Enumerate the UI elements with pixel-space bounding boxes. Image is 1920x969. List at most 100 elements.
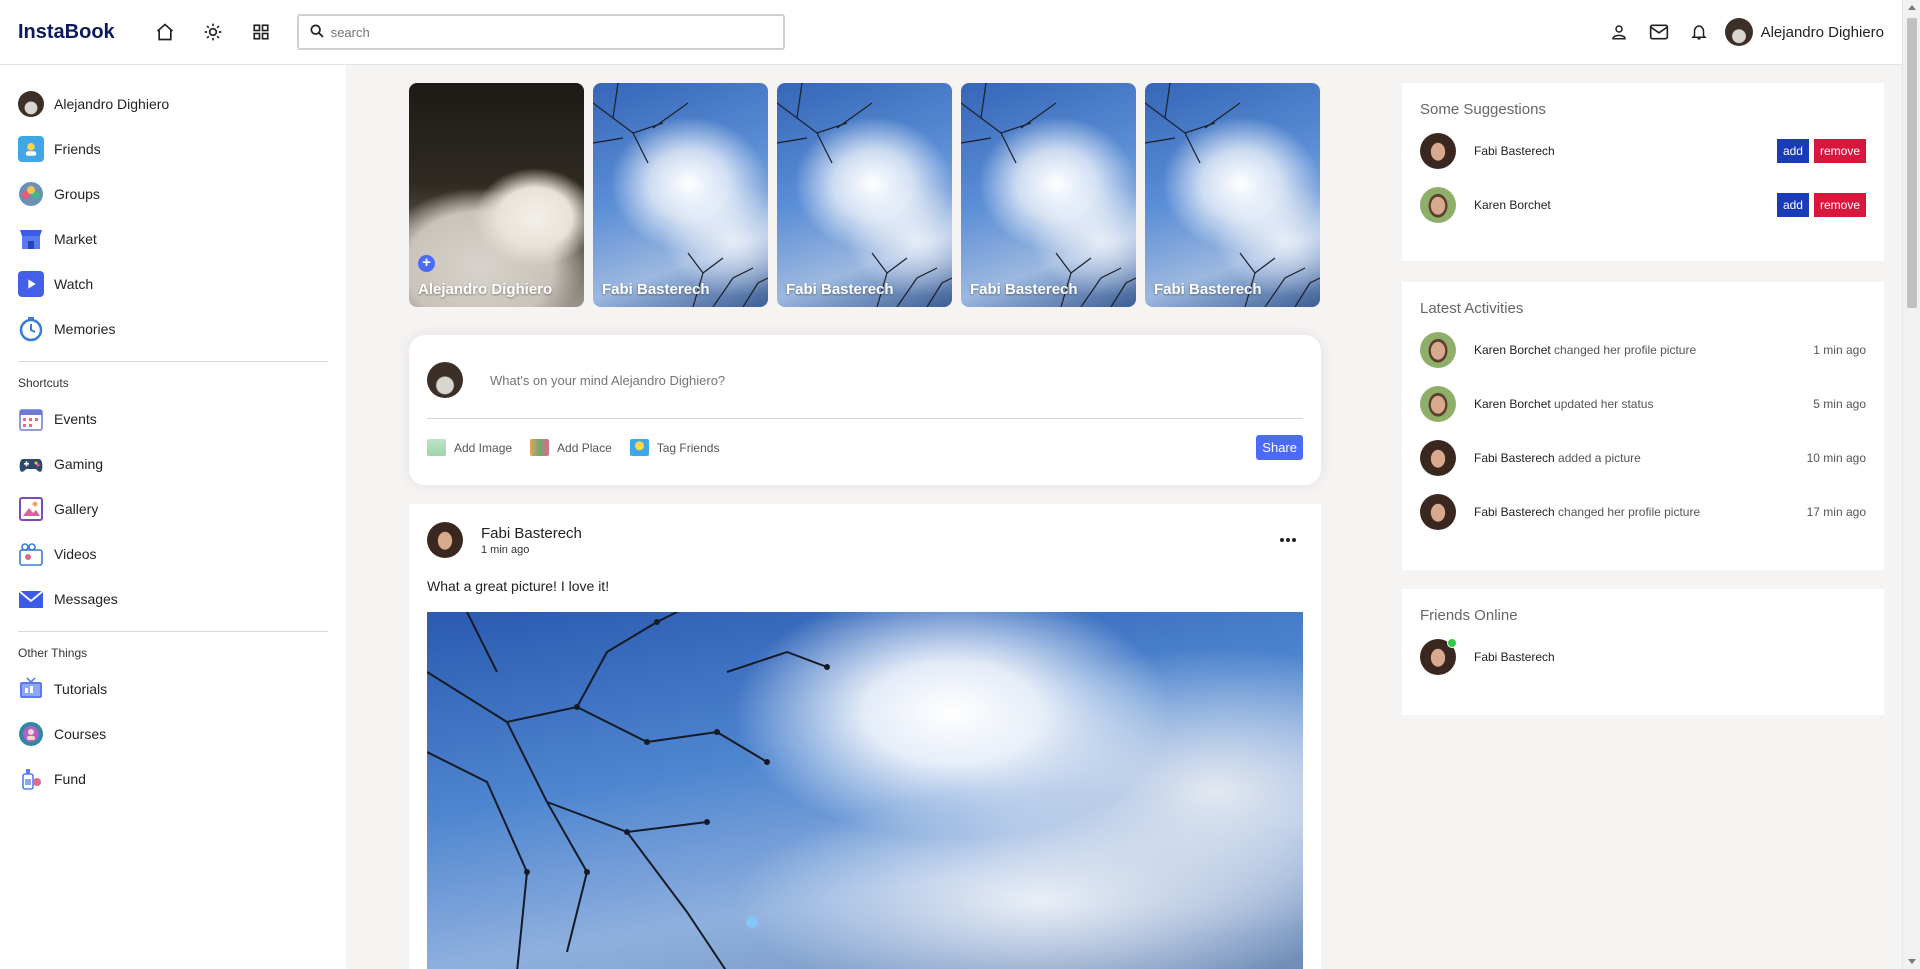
activity-time: 5 min ago	[1813, 397, 1866, 411]
sidebar-item-label: Groups	[54, 185, 100, 202]
sidebar-item-messages[interactable]: Messages	[18, 576, 328, 621]
activity-user[interactable]: Karen Borchet	[1474, 343, 1551, 357]
sidebar-item-watch[interactable]: Watch	[18, 261, 328, 306]
activity-avatar[interactable]	[1420, 332, 1456, 368]
groups-icon	[18, 181, 44, 207]
sidebar-item-label: Messages	[54, 590, 118, 607]
add-story-icon[interactable]: +	[418, 255, 435, 272]
share-box: Add Image Add Place Tag Friends Share	[409, 335, 1321, 485]
sidebar-item-tutorials[interactable]: Tutorials	[18, 666, 328, 711]
post-image[interactable]	[427, 612, 1303, 969]
activity-avatar[interactable]	[1420, 494, 1456, 530]
remove-button[interactable]: remove	[1813, 139, 1866, 163]
sidebar-item-market[interactable]: Market	[18, 216, 328, 261]
sidebar-item-label: Watch	[54, 275, 94, 292]
story-card[interactable]: Fabi Basterech	[593, 83, 768, 307]
courses-icon	[18, 721, 44, 747]
user-avatar	[427, 362, 463, 398]
suggestion-avatar[interactable]	[1420, 133, 1456, 169]
post-author-name[interactable]: Fabi Basterech	[481, 525, 582, 542]
sidebar-item-videos[interactable]: Videos	[18, 531, 328, 576]
tree-branches-icon	[593, 83, 768, 307]
add-place-button[interactable]: Add Place	[530, 439, 612, 456]
suggestion-row: Fabi Basterech add remove	[1420, 124, 1866, 178]
activity-avatar[interactable]	[1420, 386, 1456, 422]
activity-user[interactable]: Karen Borchet	[1474, 397, 1551, 411]
scroll-down-icon[interactable]	[1908, 959, 1916, 964]
sidebar-item-friends[interactable]: Friends	[18, 126, 328, 171]
page-scrollbar[interactable]	[1902, 0, 1920, 969]
shortcuts-title: Shortcuts	[18, 376, 69, 390]
story-card[interactable]: Fabi Basterech	[961, 83, 1136, 307]
suggestions-card: Some Suggestions Fabi Basterech add remo…	[1402, 83, 1884, 261]
add-place-label: Add Place	[557, 440, 612, 455]
sidebar-item-label: Tutorials	[54, 680, 108, 697]
scrollbar-thumb[interactable]	[1907, 18, 1917, 308]
navbar-user-name: Alejandro Dighiero	[1760, 23, 1884, 41]
tutorials-icon	[18, 676, 44, 702]
fund-icon	[18, 766, 44, 792]
sidebar-item-label: Market	[54, 230, 97, 247]
post-author-avatar[interactable]	[427, 522, 463, 558]
share-button[interactable]: Share	[1256, 435, 1303, 460]
add-button[interactable]: add	[1776, 193, 1809, 217]
post-text: What a great picture! I love it!	[427, 578, 610, 594]
story-card[interactable]: Fabi Basterech	[777, 83, 952, 307]
story-name: Fabi Basterech	[1154, 281, 1262, 298]
add-image-label: Add Image	[454, 440, 513, 455]
remove-button[interactable]: remove	[1813, 193, 1866, 217]
story-card[interactable]: Fabi Basterech	[1145, 83, 1320, 307]
sidebar-item-profile[interactable]: Alejandro Dighiero	[18, 81, 328, 126]
activity-avatar[interactable]	[1420, 440, 1456, 476]
sidebar-item-memories[interactable]: Memories	[18, 306, 328, 351]
mail-icon[interactable]	[1639, 12, 1679, 52]
home-icon[interactable]	[141, 12, 189, 52]
post-timestamp: 1 min ago	[481, 543, 530, 556]
suggestion-name[interactable]: Fabi Basterech	[1474, 144, 1555, 158]
user-avatar	[18, 90, 44, 117]
story-card[interactable]: + Alejandro Dighiero	[409, 83, 584, 307]
suggestions-title: Some Suggestions	[1420, 101, 1546, 118]
activity-action: changed her profile picture	[1550, 343, 1697, 357]
activity-user[interactable]: Fabi Basterech	[1474, 505, 1555, 519]
user-avatar	[1724, 18, 1753, 46]
sidebar-item-label: Fund	[54, 770, 86, 787]
tag-friends-icon	[629, 439, 649, 456]
search-input[interactable]	[330, 24, 751, 40]
bell-icon[interactable]	[1679, 12, 1719, 52]
apps-grid-icon[interactable]	[237, 12, 285, 52]
sidebar-item-label: Alejandro Dighiero	[54, 95, 170, 112]
person-icon[interactable]	[1599, 12, 1639, 52]
story-name: Fabi Basterech	[970, 281, 1078, 298]
tree-branches-icon	[777, 83, 952, 307]
add-button[interactable]: add	[1776, 139, 1809, 163]
suggestion-avatar[interactable]	[1420, 187, 1456, 223]
friends-icon	[18, 135, 44, 162]
friends-online-card: Friends Online Fabi Basterech	[1402, 589, 1884, 715]
sidebar-item-events[interactable]: Events	[18, 396, 328, 441]
activity-row: Fabi Basterech changed her profile pictu…	[1420, 485, 1866, 539]
sidebar-item-fund[interactable]: Fund	[18, 756, 328, 801]
more-options-icon[interactable]	[1273, 528, 1303, 552]
theme-toggle-icon[interactable]	[189, 12, 237, 52]
sidebar-item-gallery[interactable]: Gallery	[18, 486, 328, 531]
activity-user[interactable]: Fabi Basterech	[1474, 451, 1555, 465]
sidebar-item-groups[interactable]: Groups	[18, 171, 328, 216]
app-logo[interactable]: InstaBook	[18, 21, 115, 44]
navbar-user[interactable]: Alejandro Dighiero	[1724, 18, 1884, 46]
activity-time: 17 min ago	[1806, 505, 1866, 519]
sidebar-item-courses[interactable]: Courses	[18, 711, 328, 756]
sidebar-item-gaming[interactable]: Gaming	[18, 441, 328, 486]
activity-row: Karen Borchet updated her status 5 min a…	[1420, 377, 1866, 431]
online-friend-row[interactable]: Fabi Basterech	[1420, 630, 1866, 684]
tag-friends-button[interactable]: Tag Friends	[629, 439, 719, 456]
suggestion-name[interactable]: Karen Borchet	[1474, 198, 1551, 212]
gallery-icon	[18, 496, 44, 522]
online-status-icon	[1447, 638, 1457, 648]
search-box[interactable]	[296, 14, 785, 50]
add-image-button[interactable]: Add Image	[427, 439, 512, 456]
search-icon	[309, 23, 325, 42]
status-input[interactable]	[490, 372, 1190, 388]
activity-time: 1 min ago	[1813, 343, 1866, 357]
scroll-up-icon[interactable]	[1908, 5, 1916, 10]
